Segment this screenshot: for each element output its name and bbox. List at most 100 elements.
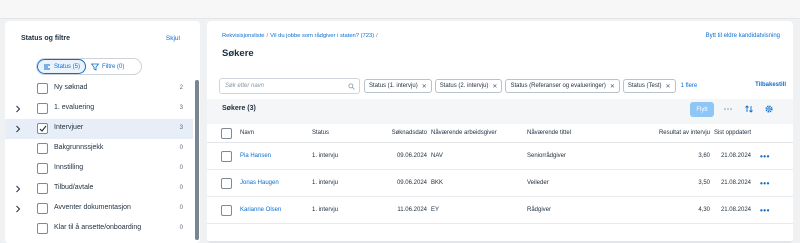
application-date: 11.06.2024 — [397, 207, 427, 213]
chevron-right-icon[interactable] — [14, 125, 22, 133]
status-checkbox[interactable] — [37, 103, 48, 114]
breadcrumb-separator: / — [376, 33, 378, 39]
table-row[interactable]: Jonas Haugen 1. intervju 09.06.2024 BKK … — [207, 170, 793, 197]
column-header-last-updated[interactable]: Sist oppdatert — [697, 130, 751, 136]
tab-status[interactable]: Status (5) — [37, 59, 87, 74]
filter-token[interactable]: Status (Referanser og evalueringer) ✕ — [505, 79, 620, 93]
row-more-icon[interactable]: ••• — [760, 179, 770, 188]
applicant-name-link[interactable]: Karianne Olsen — [240, 207, 281, 213]
status-checkbox[interactable] — [37, 163, 48, 174]
status-item-ny-soknad[interactable]: Ny søknad 2 — [5, 79, 193, 99]
filter-token-label: Status (Referanser og evalueringer) — [510, 83, 606, 89]
select-all-checkbox[interactable] — [221, 128, 232, 139]
status-checkbox[interactable] — [37, 83, 48, 94]
search-placeholder: Søk etter navn — [225, 83, 265, 89]
row-more-icon[interactable]: ••• — [760, 206, 770, 215]
close-icon[interactable]: ✕ — [422, 83, 427, 90]
status-count: 0 — [179, 185, 183, 191]
current-employer: BKK — [431, 180, 444, 186]
row-checkbox[interactable] — [221, 151, 232, 162]
search-input[interactable]: Søk etter navn — [219, 78, 360, 94]
status-item-avventer-dokumentasjon[interactable]: Avventer dokumentasjon 0 — [5, 199, 193, 219]
tab-filters-label: Filtre (0) — [102, 63, 125, 70]
status-checkbox[interactable] — [37, 223, 48, 234]
reset-button[interactable]: Tilbakestill — [755, 82, 786, 88]
last-updated: 21.08.2024 — [720, 207, 751, 213]
filter-token-label: Status (2. intervju) — [439, 83, 489, 89]
status-count: 0 — [179, 205, 183, 211]
status-list-scrollbar[interactable] — [195, 80, 199, 240]
filter-token-label: Status (1. intervju) — [369, 83, 418, 89]
chevron-right-icon[interactable] — [14, 185, 22, 193]
hide-panel-link[interactable]: Skjul — [166, 35, 180, 42]
applicant-status: 1. intervju — [312, 207, 339, 213]
filter-token[interactable]: Status (2. intervju) ✕ — [434, 79, 503, 93]
applicant-name-link[interactable]: Jonas Haugen — [240, 180, 279, 186]
status-icon — [44, 64, 50, 69]
status-label: Innstilling — [54, 164, 84, 171]
status-count: 3 — [179, 125, 183, 131]
status-filter-toggle: Status (5) Filtre (0) — [36, 58, 142, 75]
breadcrumb: Rekvisisjonsliste / Vil du jobbe som rådgi… — [222, 33, 380, 39]
scrollbar-thumb[interactable] — [195, 80, 199, 240]
row-checkbox[interactable] — [221, 178, 232, 189]
applicants-panel: Rekvisisjonsliste / Vil du jobbe som rådgi… — [207, 21, 793, 243]
old-candidate-view-link[interactable]: Bytt til eldre kandidatvisning — [706, 33, 780, 39]
panel-header: Status og filtre Skjul — [5, 21, 200, 59]
status-label: Tilbud/avtale — [54, 184, 94, 191]
close-icon[interactable]: ✕ — [610, 83, 615, 90]
current-title: Rådgiver — [527, 207, 552, 213]
status-label: Avventer dokumentasjon — [54, 204, 131, 211]
current-title: Veileder — [527, 180, 549, 186]
filter-token[interactable]: Status (1. intervju) ✕ — [364, 79, 432, 93]
tab-status-label: Status (5) — [54, 63, 81, 70]
column-header-name[interactable]: Navn — [240, 130, 254, 136]
row-more-icon[interactable]: ••• — [760, 152, 770, 161]
status-checkbox[interactable] — [37, 143, 48, 154]
application-date: 09.06.2024 — [396, 180, 427, 186]
more-actions-icon[interactable] — [723, 104, 733, 114]
status-label: Ny søknad — [54, 84, 88, 91]
filter-token[interactable]: Status (Test) ✕ — [622, 79, 676, 93]
tab-filters[interactable]: Filtre (0) — [86, 59, 129, 74]
table-row[interactable]: Pia Hansen 1. intervju 09.06.2024 NAV Se… — [207, 143, 793, 170]
status-list: Ny søknad 2 1. evaluering 3 Intervjuer 3… — [5, 79, 193, 239]
search-icon[interactable] — [348, 83, 355, 90]
table-row[interactable]: Karianne Olsen 1. intervju 11.06.2024 EY… — [207, 197, 793, 224]
breadcrumb-requisition-list[interactable]: Rekvisisjonsliste — [222, 33, 265, 39]
sort-icon[interactable] — [744, 104, 754, 114]
status-checkbox[interactable] — [37, 203, 48, 214]
move-button[interactable]: Flytt — [690, 102, 714, 117]
top-strip — [0, 0, 800, 19]
status-label: Bakgrunnssjekk — [54, 144, 104, 151]
applicant-status: 1. intervju — [312, 153, 339, 159]
table-title: Søkere (3) — [222, 105, 256, 112]
row-checkbox[interactable] — [221, 205, 232, 216]
status-label: 1. evaluering — [54, 104, 95, 111]
breadcrumb-separator: / — [266, 33, 269, 39]
close-icon[interactable]: ✕ — [492, 83, 497, 90]
chevron-right-icon[interactable] — [14, 105, 22, 113]
status-item-intervjuer[interactable]: Intervjuer 3 — [5, 119, 193, 139]
settings-icon[interactable] — [764, 104, 774, 114]
table-header: Navn Status Søknadsdato Nåværende arbeid… — [207, 125, 793, 143]
status-checkbox[interactable] — [37, 183, 48, 194]
column-header-job-title[interactable]: Nåværende tittel — [527, 130, 571, 136]
status-item-1-evaluering[interactable]: 1. evaluering 3 — [5, 99, 193, 119]
status-item-bakgrunnssjekk[interactable]: Bakgrunnssjekk 0 — [5, 139, 193, 159]
column-header-status[interactable]: Status — [312, 130, 329, 136]
filter-token-label: Status (Test) — [627, 83, 662, 89]
applicant-name-link[interactable]: Pia Hansen — [240, 153, 271, 159]
status-item-innstilling[interactable]: Innstilling 0 — [5, 159, 193, 179]
close-icon[interactable]: ✕ — [666, 83, 671, 90]
status-count: 0 — [179, 225, 183, 231]
status-item-tilbud-avtale[interactable]: Tilbud/avtale 0 — [5, 179, 193, 199]
status-checkbox-checked[interactable] — [37, 123, 48, 134]
column-header-date[interactable]: Søknadsdato — [377, 130, 427, 136]
more-tokens-link[interactable]: 1 flere — [679, 79, 698, 93]
status-item-klar-til-a-ansette[interactable]: Klar til å ansette/onboarding 0 — [5, 219, 193, 239]
breadcrumb-job[interactable]: Vil du jobbe som rådgiver i staten? (723… — [270, 33, 374, 39]
filter-tokens: Status (1. intervju) ✕ Status (2. intervj… — [364, 79, 697, 93]
column-header-employer[interactable]: Nåværende arbeidsgiver — [431, 130, 497, 136]
chevron-right-icon[interactable] — [14, 205, 22, 213]
